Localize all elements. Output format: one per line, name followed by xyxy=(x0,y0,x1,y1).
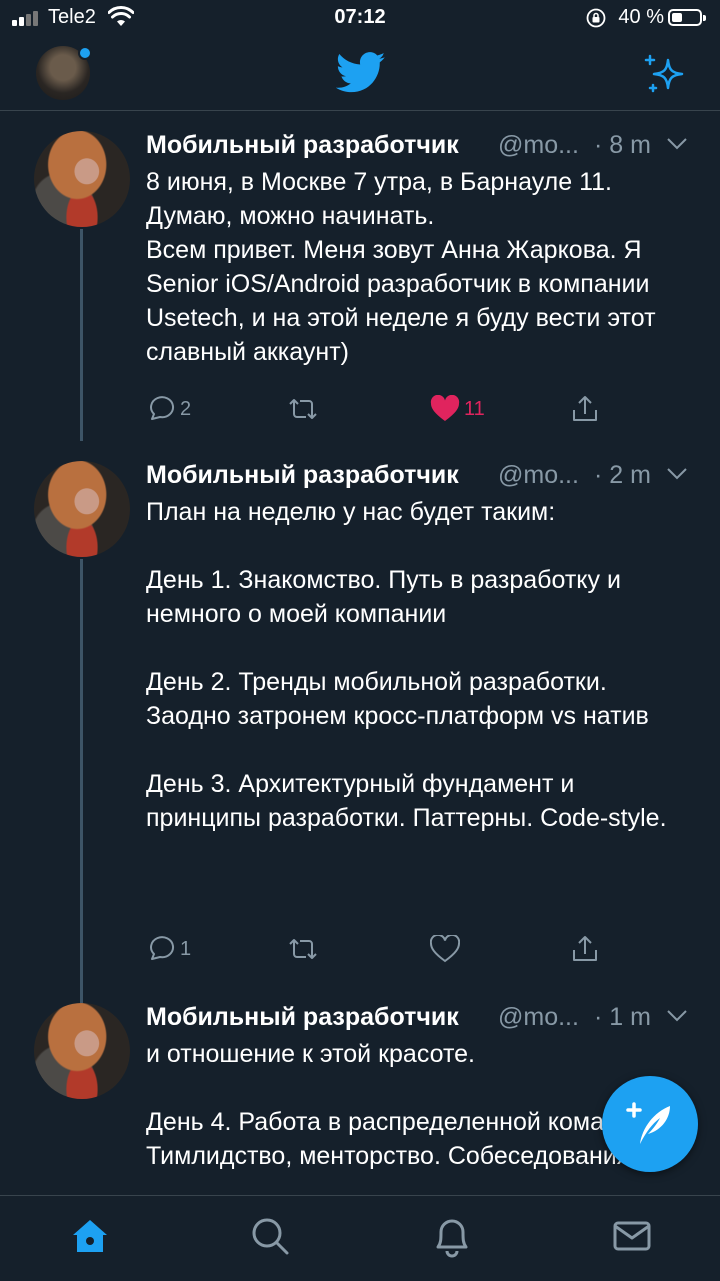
top-navigation-bar xyxy=(0,38,720,111)
heart-icon xyxy=(430,935,460,963)
author-name: Мобильный разработчик xyxy=(146,131,459,159)
avatar[interactable] xyxy=(34,461,130,557)
author-name: Мобильный разработчик xyxy=(146,461,459,489)
home-icon[interactable] xyxy=(68,1214,112,1258)
tweet-time: · 2 m xyxy=(594,461,651,489)
chevron-down-icon[interactable] xyxy=(666,1009,688,1023)
unread-dot xyxy=(78,46,92,60)
search-icon[interactable] xyxy=(248,1214,292,1258)
tweet-actions: 1 xyxy=(146,933,616,965)
compose-feather-icon xyxy=(626,1102,670,1144)
retweet-icon xyxy=(289,939,317,959)
retweet-icon xyxy=(289,399,317,419)
tweet-time: · 1 m xyxy=(594,1003,651,1031)
reply-icon xyxy=(150,936,175,960)
like-count: 11 xyxy=(464,397,485,420)
tweet-time: · 8 m xyxy=(594,131,651,159)
share-icon xyxy=(573,396,597,421)
clock: 07:12 xyxy=(334,6,386,28)
author-handle: @mo... xyxy=(498,461,579,489)
avatar[interactable] xyxy=(34,131,130,227)
messages-icon[interactable] xyxy=(610,1214,654,1258)
twitter-bird-icon xyxy=(336,52,386,93)
tweet[interactable]: Мобильный разработчик @mo... · 2 m План … xyxy=(0,461,720,991)
profile-avatar-button[interactable] xyxy=(36,46,92,100)
battery-percentage: 40 % xyxy=(618,6,664,28)
chevron-down-icon[interactable] xyxy=(666,467,688,481)
reply-button[interactable]: 1 xyxy=(146,933,191,965)
bottom-tab-bar xyxy=(0,1195,720,1281)
sparkle-icon[interactable] xyxy=(642,52,686,96)
author-name: Мобильный разработчик xyxy=(146,1003,459,1031)
status-bar: Tele2 07:12 40 % xyxy=(0,0,720,38)
reply-count: 1 xyxy=(180,937,192,960)
retweet-button[interactable] xyxy=(286,393,324,425)
chevron-down-icon[interactable] xyxy=(666,137,688,151)
orientation-lock-icon xyxy=(586,8,606,28)
compose-tweet-button[interactable] xyxy=(602,1076,698,1172)
like-button[interactable] xyxy=(430,933,464,965)
tweet-text: План на неделю у нас будет таким: День 1… xyxy=(146,498,667,832)
tweet[interactable]: Мобильный разработчик @mo... · 8 m 8 июн… xyxy=(0,131,720,451)
share-icon xyxy=(573,936,597,961)
tweet-actions: 2 11 xyxy=(146,393,616,425)
like-button[interactable]: 11 xyxy=(430,393,485,425)
share-button[interactable] xyxy=(570,933,600,965)
share-button[interactable] xyxy=(570,393,600,425)
notifications-icon[interactable] xyxy=(430,1214,474,1258)
reply-button[interactable]: 2 xyxy=(146,393,191,425)
retweet-button[interactable] xyxy=(286,933,324,965)
avatar[interactable] xyxy=(34,1003,130,1099)
battery-icon xyxy=(668,9,706,26)
reply-icon xyxy=(150,396,175,420)
timeline[interactable]: Мобильный разработчик @mo... · 8 m 8 июн… xyxy=(0,111,720,1195)
reply-count: 2 xyxy=(180,397,192,420)
author-handle: @mo... xyxy=(498,1003,579,1031)
heart-filled-icon xyxy=(430,395,460,421)
author-handle: @mo... xyxy=(498,131,579,159)
tweet-text: 8 июня, в Москве 7 утра, в Барнауле 11. … xyxy=(146,168,656,366)
